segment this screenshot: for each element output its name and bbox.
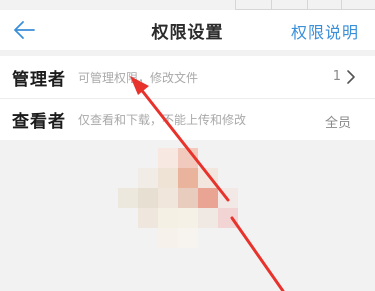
top-edge-lines bbox=[235, 0, 375, 10]
row-title: 查看者 bbox=[12, 112, 66, 132]
row-value-scope: 全员 bbox=[324, 116, 351, 131]
permission-list: 管理者 可管理权限，修改文件 1 查看者 仅查看和下载，不能上传和修改 全员 bbox=[0, 56, 375, 140]
chevron-right-icon bbox=[347, 70, 355, 84]
row-value-count: 1 bbox=[332, 69, 341, 84]
row-title: 管理者 bbox=[12, 69, 66, 90]
list-item-viewers[interactable]: 查看者 仅查看和下载，不能上传和修改 全员 bbox=[0, 98, 375, 140]
navigation-bar: 权限设置 权限说明 bbox=[0, 10, 375, 50]
permission-info-link[interactable]: 权限说明 bbox=[291, 19, 359, 43]
row-description: 仅查看和下载，不能上传和修改 bbox=[78, 113, 247, 127]
row-description: 可管理权限，修改文件 bbox=[78, 70, 199, 85]
pixelated-overlay bbox=[118, 148, 258, 248]
list-item-managers[interactable]: 管理者 可管理权限，修改文件 1 bbox=[0, 56, 375, 98]
